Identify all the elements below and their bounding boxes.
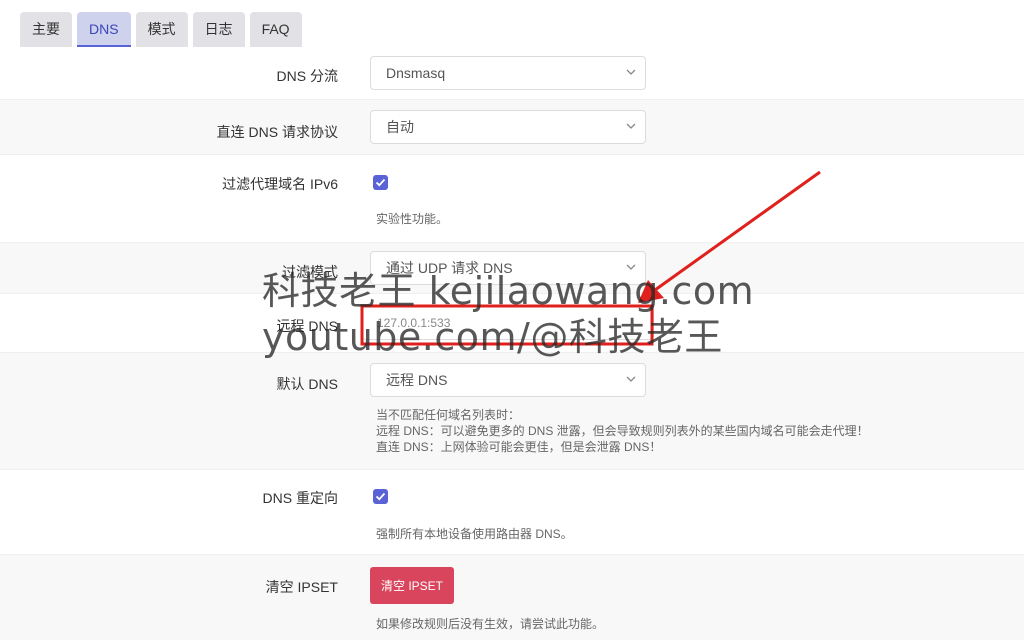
filter-ipv6-label: 过滤代理域名 IPv6 [222,176,338,192]
row-filter-ipv6: 过滤代理域名 IPv6 实验性功能。 [0,155,1024,242]
filter-ipv6-desc: 实验性功能。 [376,212,449,226]
row-dns-redirect: DNS 重定向 强制所有本地设备使用路由器 DNS。 [0,470,1024,554]
watermark-line1: 科技老王 kejilaowang.com [262,269,755,313]
row-default-dns: 默认 DNS 远程 DNS 当不匹配任何域名列表时： 远程 DNS：可以避免更多… [0,352,1024,470]
dns-redirect-label: DNS 重定向 [262,490,338,506]
dns-redirect-desc: 强制所有本地设备使用路由器 DNS。 [376,527,573,541]
default-dns-value: 远程 DNS [386,372,448,388]
chevron-down-icon [626,69,636,75]
chevron-down-icon [626,376,636,382]
dns-redirect-checkbox[interactable] [373,489,388,504]
clear-ipset-button[interactable]: 清空 IPSET [370,567,454,604]
default-dns-select[interactable]: 远程 DNS [370,363,646,397]
row-direct-dns-protocol: 直连 DNS 请求协议 自动 [0,99,1024,155]
direct-dns-protocol-label: 直连 DNS 请求协议 [216,124,338,140]
check-icon [375,492,386,501]
tab-mode[interactable]: 模式 [135,12,188,47]
clear-ipset-label: 清空 IPSET [265,579,338,595]
default-dns-desc-line3: 直连 DNS：上网体验可能会更佳，但是会泄露 DNS！ [376,440,662,454]
direct-dns-protocol-select[interactable]: 自动 [370,110,646,144]
row-dns-split: DNS 分流 Dnsmasq [0,49,1024,99]
dns-split-value: Dnsmasq [386,65,446,81]
tab-log[interactable]: 日志 [192,12,245,47]
default-dns-label: 默认 DNS [276,376,338,392]
tab-dns[interactable]: DNS [77,12,131,47]
direct-dns-protocol-value: 自动 [386,119,414,135]
default-dns-desc-line2: 远程 DNS：可以避免更多的 DNS 泄露，但会导致规则列表外的某些国内域名可能… [376,424,869,438]
dns-split-label: DNS 分流 [276,68,338,84]
filter-ipv6-checkbox[interactable] [373,175,388,190]
chevron-down-icon [626,123,636,129]
tab-faq[interactable]: FAQ [249,12,302,47]
watermark-line2: youtube.com/@科技老王 [262,315,723,359]
tab-main[interactable]: 主要 [20,12,72,47]
row-clear-ipset: 清空 IPSET 清空 IPSET 如果修改规则后没有生效，请尝试此功能。 [0,554,1024,640]
check-icon [375,178,386,187]
clear-ipset-desc: 如果修改规则后没有生效，请尝试此功能。 [376,617,605,631]
dns-split-select[interactable]: Dnsmasq [370,56,646,90]
tab-bar: 主要 DNS 模式 日志 FAQ [0,0,1024,49]
default-dns-desc-line1: 当不匹配任何域名列表时： [376,408,521,422]
